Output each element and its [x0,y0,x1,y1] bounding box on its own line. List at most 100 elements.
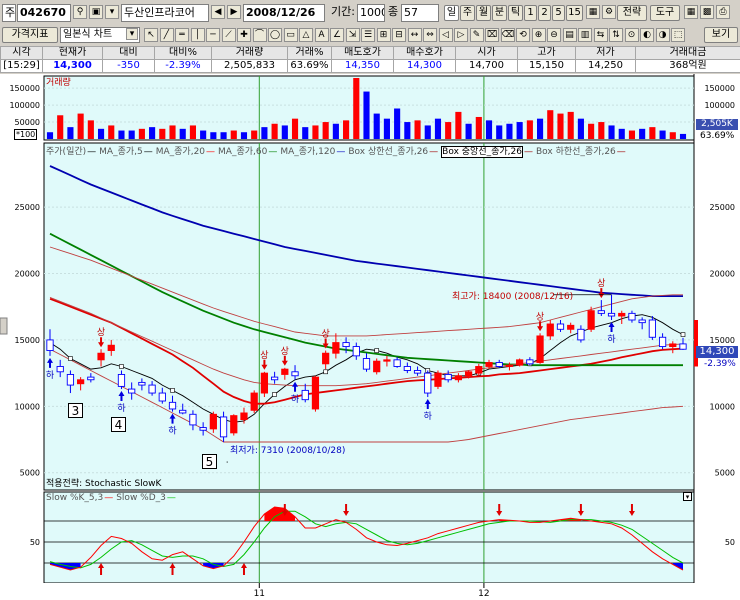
timeframe-5[interactable]: 5 [552,5,565,21]
quote-header-cell: 대비 [102,46,155,60]
zoom-in-icon[interactable]: ⊕ [531,28,546,42]
timeframe-15[interactable]: 15 [566,5,583,21]
candle-body [536,335,544,363]
crosshair-icon[interactable]: ✚ [237,28,251,42]
save-icon[interactable]: ▩ [700,5,714,19]
strategy-button[interactable]: 전략 [617,5,647,21]
tools-button[interactable]: 도구 [650,5,680,21]
horizontal-resize-icon[interactable]: ↔ [407,28,422,42]
ma-marker [323,369,328,375]
layout-icon[interactable]: ▤ [562,28,577,42]
angle-icon[interactable]: ∠ [330,28,344,42]
swap-icon[interactable]: ⇆ [593,28,608,42]
price-y-tick: 10000 [710,402,735,411]
price-y-tick: 5000 [20,469,40,478]
scroll-left-icon[interactable]: ◁ [438,28,453,42]
date-input[interactable]: 2008/12/26 [243,4,325,22]
history-dropdown-icon[interactable]: ▾ [105,5,119,19]
candle-body [240,412,248,421]
volume-bar [169,125,176,139]
zoom-out-icon[interactable]: ⊖ [547,28,561,42]
volume-bar [434,118,442,139]
half2-icon[interactable]: ◑ [655,28,670,42]
period-input[interactable]: 1000 [357,4,385,22]
market-type-select[interactable]: 주 [2,4,16,22]
volume-bar [577,118,584,139]
panel-collapse-icon[interactable]: ▾ [683,492,692,501]
volume-bar [628,130,636,139]
extend-icon[interactable]: ⇲ [345,28,360,42]
signal-up-label: 상 [322,329,330,340]
undo-icon[interactable]: ⟲ [516,28,530,42]
quote-value-cell: 15,150 [517,59,576,73]
quote-value-cell: 14,250 [575,59,636,73]
hline-icon[interactable]: ─ [206,28,220,42]
ray-icon[interactable]: ⟋ [221,28,236,42]
volume-y-tick: 100000 [9,101,40,110]
indicator-button[interactable]: 가격지표 [2,27,58,43]
layout2-icon[interactable]: ▥ [578,28,592,42]
lock-icon[interactable]: ▣ [89,5,103,19]
pointer-icon[interactable]: ↖ [144,28,158,42]
prev-stock-icon[interactable]: ◀ [211,5,225,19]
timeframe-일[interactable]: 일 [444,5,459,21]
candle-body [342,342,350,348]
frame-icon[interactable]: ⬚ [671,28,685,42]
scroll-right-icon[interactable]: ▷ [454,28,468,42]
print-icon[interactable]: ⎙ [716,5,730,19]
signal-up-label: 상 [281,346,289,357]
swap-v-icon[interactable]: ⇅ [609,28,623,42]
circle-icon[interactable]: ◯ [268,28,282,42]
settings-icon[interactable]: ⚙ [602,5,616,19]
half-icon[interactable]: ◐ [640,28,654,42]
timeframe-분[interactable]: 분 [492,5,507,21]
play-icon[interactable]: ▶ [227,5,241,19]
timeframe-월[interactable]: 월 [476,5,491,21]
candle-body [669,343,677,348]
volume-bar [547,110,554,139]
timeframe-주[interactable]: 주 [460,5,475,21]
delete-icon[interactable]: ⌫ [500,28,515,42]
zoom-in-grid-icon[interactable]: ⊞ [376,28,391,42]
candle-body [679,343,687,350]
timeframe-틱[interactable]: 틱 [508,5,523,21]
triangle-icon[interactable]: △ [299,28,313,42]
quote-value-cell: -2.39% [154,59,212,73]
calendar-icon[interactable]: ▦ [586,5,600,19]
chevron-down-icon[interactable]: ▾ [126,28,138,40]
target-icon[interactable]: ⊙ [624,28,639,42]
text-icon[interactable]: A [314,28,329,42]
rectangle-icon[interactable]: ▭ [283,28,298,42]
stoch-legend: Slow %K_5,3— Slow %D_3— [46,493,179,503]
erase-icon[interactable]: ⌧ [485,28,499,42]
candle-body [607,312,616,317]
pen-icon[interactable]: ✎ [469,28,484,42]
candle-body [199,427,207,431]
view-button[interactable]: 보기 [704,27,738,43]
volume-y-tick: 50000 [15,118,40,127]
timeframe-2[interactable]: 2 [538,5,551,21]
zoom-out-grid-icon[interactable]: ⊟ [392,28,406,42]
fit-icon[interactable]: ⇔ [423,28,437,42]
volume-bar [322,122,329,139]
arc-icon[interactable]: ⌒ [252,28,267,42]
quote-header-cell: 거래대금 [635,46,740,60]
horizontal-line-icon[interactable]: ═ [175,28,189,42]
timeframe-1[interactable]: 1 [524,5,537,21]
candle-body [597,310,605,314]
vertical-line-icon[interactable]: │ [190,28,205,42]
trendline-icon[interactable]: ╱ [159,28,174,42]
fibonacci-icon[interactable]: ☰ [361,28,375,42]
count-input[interactable]: 57 [401,4,439,22]
quote-value-cell: 14,300 [393,59,456,73]
candle-body [128,388,136,394]
ma-marker [119,364,124,369]
candle-body [516,359,524,366]
candle-body [332,342,340,354]
volume-bar [343,120,350,139]
candle-body [250,392,258,411]
volume-bar [649,127,656,139]
grid-icon[interactable]: ▦ [684,5,698,19]
search-icon[interactable]: ⚲ [73,5,87,19]
stock-code-input[interactable]: 042670 [17,4,71,22]
